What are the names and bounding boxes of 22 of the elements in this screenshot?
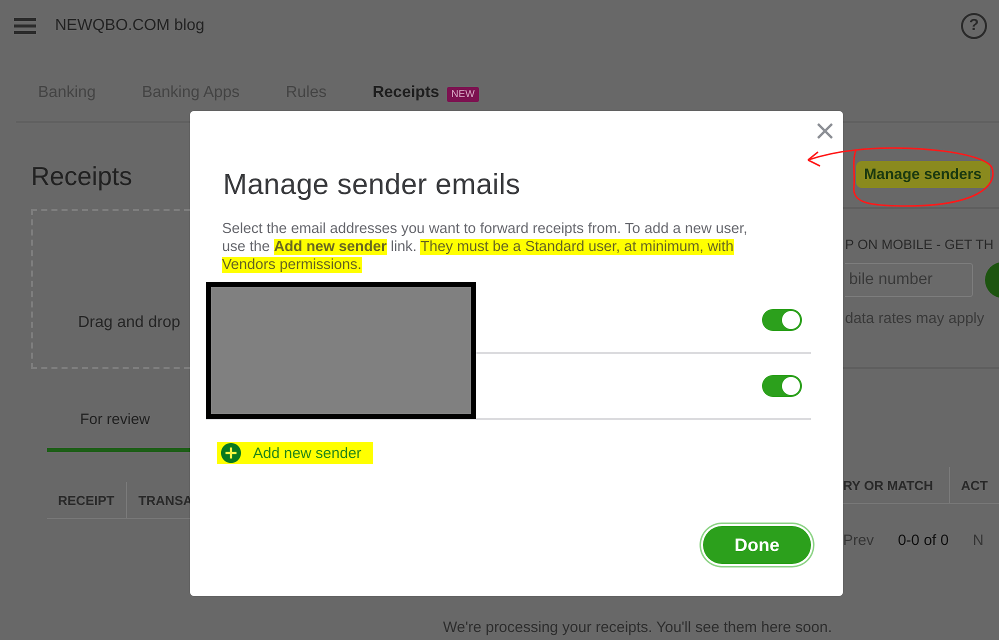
- page-title: Receipts: [31, 161, 134, 193]
- add-new-sender-link[interactable]: Add new sender: [217, 442, 374, 464]
- empty-message: We're processing your receipts. You'll see them here soon.: [443, 619, 832, 636]
- dialog-description: Select the email addresses you want to forward receipts from. To add a new user, use the Add new sender link. They must be a Standard user, at minimum, with Vendors permissions.: [222, 220, 748, 274]
- close-icon[interactable]: [817, 123, 833, 139]
- column-header: ACT: [949, 467, 992, 503]
- toggle-switch[interactable]: [762, 375, 802, 397]
- column-header: RECEIPT: [57, 492, 116, 510]
- toggle-switch[interactable]: [762, 309, 802, 331]
- mobile-heading: P ON MOBILE - GET TH: [845, 237, 995, 252]
- page-range: 0-0 of 0: [898, 532, 949, 549]
- menu-icon[interactable]: [14, 18, 36, 34]
- dropzone-text: Drag and drop: [78, 314, 180, 331]
- tab[interactable]: Receipts: [372, 84, 440, 102]
- manage-senders-link[interactable]: Manage senders: [856, 161, 990, 188]
- done-button[interactable]: Done: [703, 526, 811, 564]
- column-header: RY OR MATCH: [843, 476, 934, 494]
- help-button[interactable]: ?: [961, 13, 987, 39]
- new-badge: NEW: [447, 87, 479, 102]
- plus-icon: [221, 443, 241, 463]
- company-name: NEWQBO.COM blog: [55, 17, 204, 35]
- dialog-title: Manage sender emails: [223, 169, 522, 202]
